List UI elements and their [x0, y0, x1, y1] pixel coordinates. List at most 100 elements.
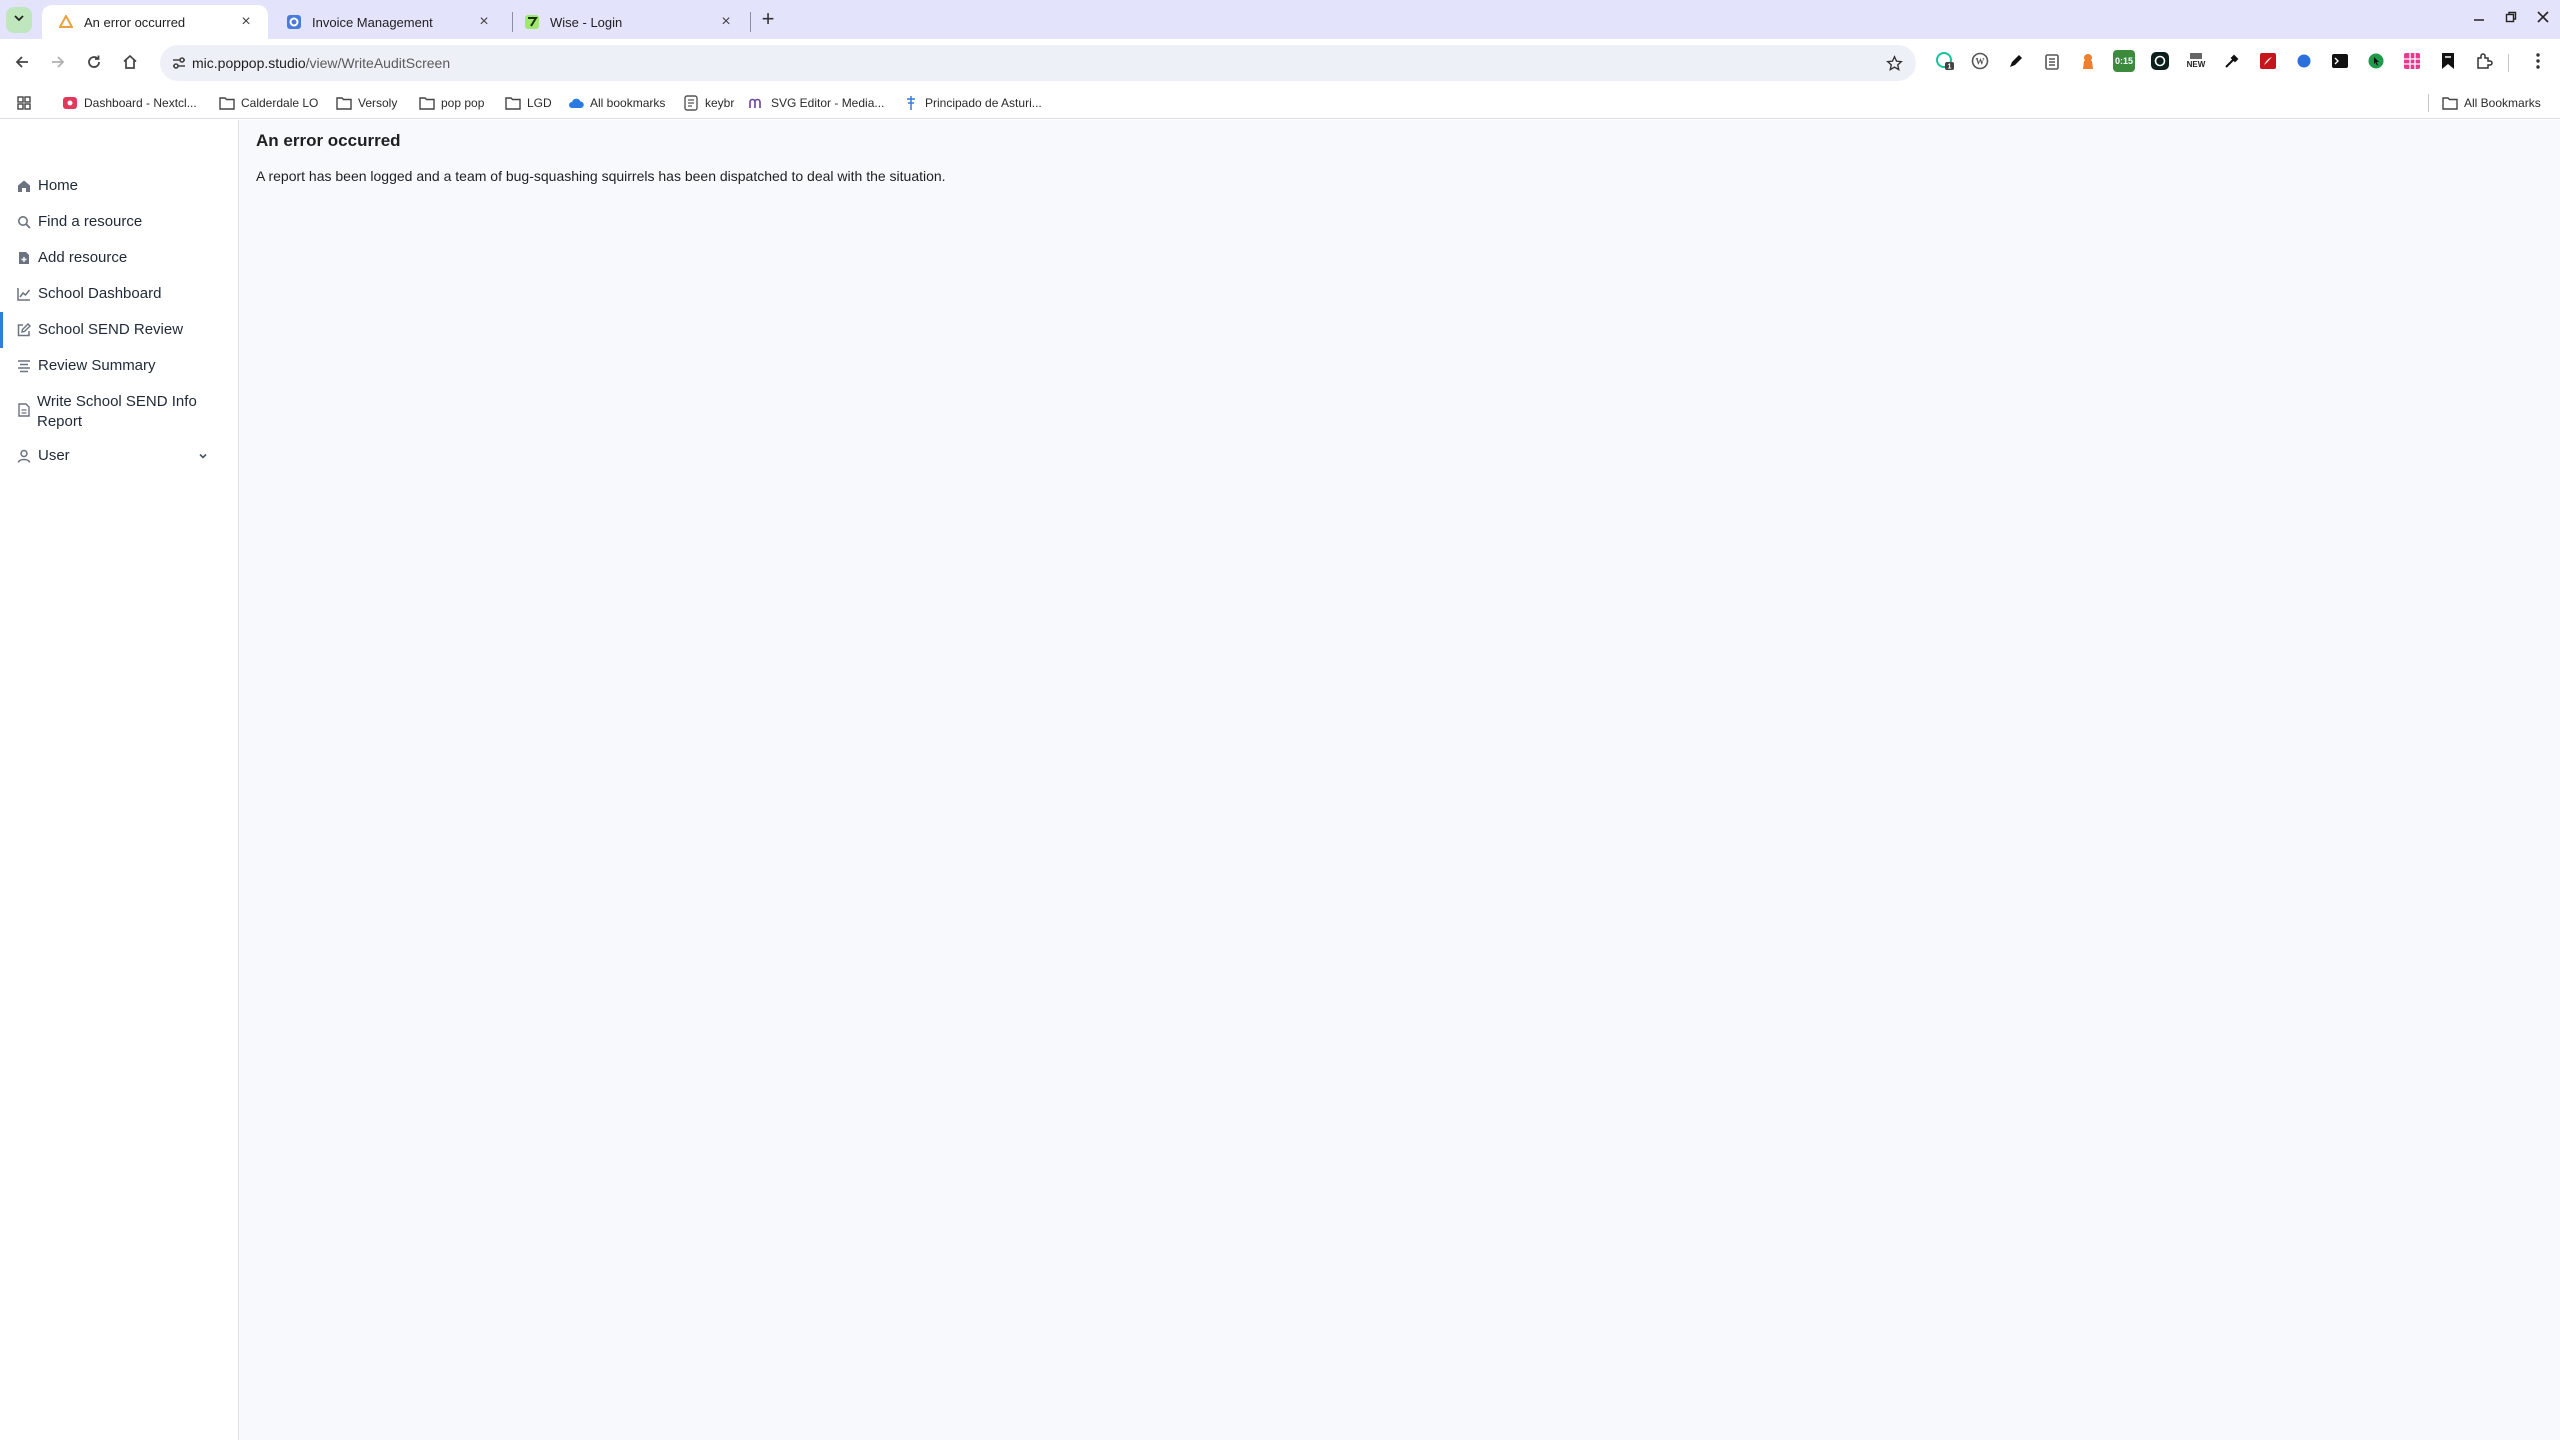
bookmark-star-icon[interactable]: [1884, 53, 1904, 73]
sidebar-item-label: Add resource: [38, 249, 128, 266]
clipboard-icon[interactable]: [2041, 50, 2063, 72]
toolbar-separator: [2508, 54, 2509, 72]
bookmark-icon[interactable]: [2437, 50, 2459, 72]
bookmark-all-bookmarks-cloud[interactable]: All bookmarks: [568, 92, 665, 114]
apps-grid-icon: [16, 95, 32, 111]
wordpress-icon[interactable]: W: [1969, 50, 1991, 72]
bookmark-svg-editor[interactable]: SVG Editor - Media...: [749, 92, 884, 114]
close-icon[interactable]: ×: [238, 13, 254, 30]
bookmark-keybr[interactable]: keybr: [683, 92, 734, 114]
bookmark-nextcloud[interactable]: Dashboard - Nextcl...: [62, 92, 197, 114]
sidebar-item-label: Write School SEND Info Report: [37, 393, 197, 430]
new-icon[interactable]: NEW: [2185, 50, 2207, 72]
arrow-right-icon: [52, 56, 65, 68]
svg-editor-icon: [749, 95, 765, 111]
ghost-icon[interactable]: [2077, 50, 2099, 72]
browser-toolbar: mic.poppop.studio/view/WriteAuditScreen …: [0, 39, 2560, 86]
home-button[interactable]: [118, 50, 142, 74]
sidebar-item-label: Review Summary: [38, 357, 156, 374]
cloud-icon: [568, 95, 584, 111]
bookmark-lgd[interactable]: LGD: [505, 92, 552, 114]
eyedropper-icon[interactable]: [2221, 50, 2243, 72]
sidebar-item-school-dashboard[interactable]: School Dashboard: [0, 284, 238, 304]
close-icon[interactable]: ×: [718, 13, 734, 30]
back-button[interactable]: [10, 50, 34, 74]
tab-title: Invoice Management: [312, 14, 433, 30]
sidebar-item-label: School SEND Review: [38, 321, 184, 338]
restore-button[interactable]: [2500, 6, 2522, 28]
url-path: /view/WriteAuditScreen: [305, 55, 451, 71]
tab-title: Wise - Login: [550, 14, 623, 30]
pen-icon[interactable]: [2005, 50, 2027, 72]
timer-badge: 0:15: [2114, 56, 2133, 66]
file-plus-icon: [16, 250, 32, 266]
bookmark-poppop[interactable]: pop pop: [419, 92, 484, 114]
tab-separator: [750, 12, 751, 32]
user-icon: [16, 448, 32, 464]
terminal-icon[interactable]: [2329, 50, 2351, 72]
page: Home Find a resource Add resource School…: [0, 120, 2560, 1440]
minimize-button[interactable]: [2468, 6, 2490, 28]
grammarly-icon[interactable]: 1: [1934, 50, 1956, 72]
bookmark-label: keybr: [705, 96, 735, 110]
chevron-down-icon[interactable]: [196, 449, 210, 463]
sidebar-item-review-summary[interactable]: Review Summary: [0, 356, 238, 376]
sidebar-item-user[interactable]: User: [0, 446, 238, 466]
all-bookmarks-button[interactable]: All Bookmarks: [2442, 92, 2541, 114]
cursor-icon[interactable]: [2365, 50, 2387, 72]
bookmark-label: Principado de Asturi...: [925, 96, 1042, 110]
timer-icon[interactable]: 0:15: [2113, 50, 2135, 72]
wise-icon: [524, 14, 540, 30]
folder-icon: [505, 95, 521, 111]
poppop-icon: [58, 14, 74, 30]
tab-strip: An error occurred × Invoice Management ×…: [0, 0, 2560, 39]
new-tab-button[interactable]: +: [758, 6, 778, 31]
site-settings-icon[interactable]: [170, 54, 188, 72]
search-icon: [16, 214, 32, 230]
blue-circle-icon[interactable]: [2293, 50, 2315, 72]
more-menu-icon[interactable]: [2527, 50, 2549, 72]
bookmark-asturias[interactable]: Principado de Asturi...: [903, 92, 1042, 114]
home-icon: [123, 54, 137, 69]
close-icon[interactable]: ×: [476, 13, 492, 30]
new-icon-graphic: [2190, 53, 2202, 59]
sidebar-item-find-resource[interactable]: Find a resource: [0, 212, 238, 232]
chatgpt-icon[interactable]: [2149, 50, 2171, 72]
puzzle-icon[interactable]: [2473, 50, 2495, 72]
forward-button[interactable]: [46, 50, 70, 74]
bookmark-versoly[interactable]: Versoly: [336, 92, 397, 114]
tab-title: An error occurred: [84, 14, 186, 30]
address-bar[interactable]: mic.poppop.studio/view/WriteAuditScreen: [160, 45, 1916, 81]
sidebar-item-add-resource[interactable]: Add resource: [0, 248, 238, 268]
reload-button[interactable]: [82, 50, 106, 74]
tab-wise[interactable]: Wise - Login ×: [508, 5, 748, 39]
apps-button[interactable]: [16, 92, 38, 114]
error-message: A report has been logged and a team of b…: [256, 168, 946, 184]
bookmark-label: SVG Editor - Media...: [771, 96, 885, 110]
reload-icon: [88, 55, 100, 68]
sidebar-item-label: User: [38, 447, 70, 464]
bookmark-calderdale[interactable]: Calderdale LO: [219, 92, 318, 114]
svg-text:W: W: [1976, 57, 1985, 67]
bookmark-label: Calderdale LO: [241, 96, 319, 110]
bookmarks-separator: [2428, 94, 2429, 112]
tab-invoice[interactable]: Invoice Management ×: [270, 5, 506, 39]
sidebar-item-school-send-review[interactable]: School SEND Review: [0, 312, 238, 348]
close-window-button[interactable]: [2532, 6, 2554, 28]
sidebar-item-home[interactable]: Home: [0, 176, 238, 196]
bookmark-label: LGD: [527, 96, 552, 110]
sidebar-item-write-send-report[interactable]: Write School SEND Info Report: [0, 392, 238, 432]
folder-icon: [419, 95, 435, 111]
folder-icon: [219, 95, 235, 111]
sidebar-item-label: School Dashboard: [38, 285, 162, 302]
url-host: mic.poppop.studio: [192, 55, 306, 71]
home-icon: [16, 178, 32, 194]
bookmark-label: Versoly: [358, 96, 398, 110]
bookmark-label: All bookmarks: [590, 96, 666, 110]
tab-search-button[interactable]: [6, 7, 32, 33]
tab-active[interactable]: An error occurred ×: [42, 5, 268, 39]
pdf-icon[interactable]: [2257, 50, 2279, 72]
invoice-icon: [286, 14, 302, 30]
grid-icon[interactable]: [2401, 50, 2423, 72]
list-icon: [16, 358, 32, 374]
